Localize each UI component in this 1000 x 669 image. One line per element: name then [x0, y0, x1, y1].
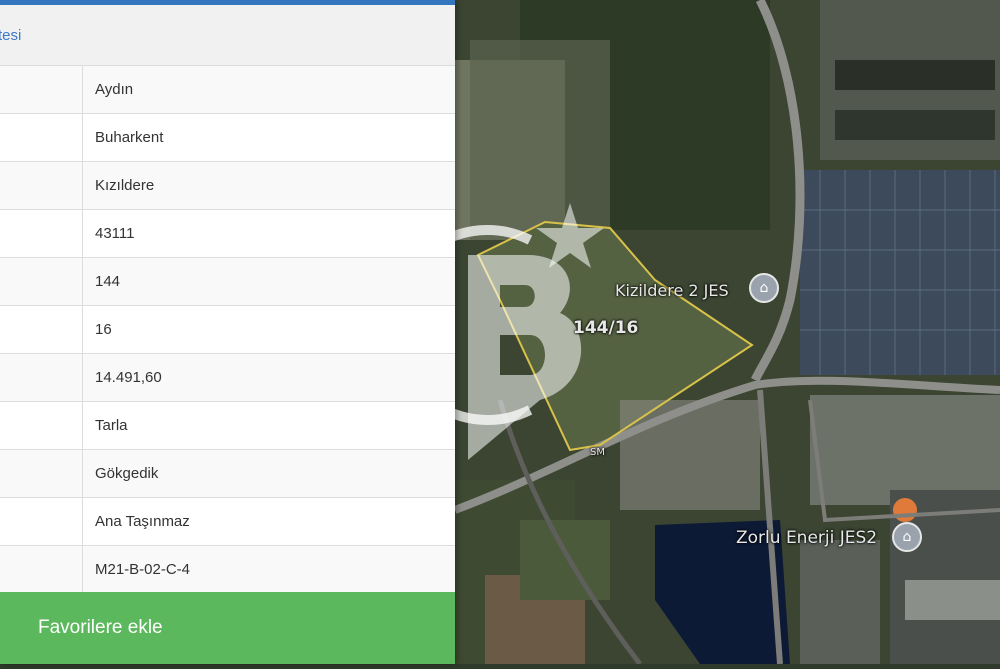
row-value: M21-B-02-C-4 [82, 545, 455, 594]
table-row: M21-B-02-C-4 [0, 545, 455, 594]
row-key [0, 401, 83, 450]
row-value: 43111 [82, 209, 455, 258]
row-key [0, 305, 83, 354]
row-value: Aydın [82, 66, 455, 114]
table-row: Kızıldere [0, 161, 455, 210]
row-value: Ana Taşınmaz [82, 497, 455, 546]
table-row: 144 [0, 257, 455, 306]
panel-header-title[interactable]: tesi [0, 27, 21, 44]
table-row: Aydın [0, 66, 455, 114]
row-value: Buharkent [82, 113, 455, 162]
table-row: 16 [0, 305, 455, 354]
row-value: Gökgedik [82, 449, 455, 498]
add-to-favorites-button[interactable]: Favorilere ekle [0, 592, 455, 664]
property-info-table: Aydın Buharkent Kızıldere 43111 144 16 1… [0, 66, 455, 594]
row-key [0, 113, 83, 162]
row-key [0, 257, 83, 306]
row-key [0, 545, 83, 594]
table-row: 43111 [0, 209, 455, 258]
row-value: Tarla [82, 401, 455, 450]
map-small-label: SM [590, 447, 605, 458]
row-key [0, 209, 83, 258]
row-key [0, 353, 83, 402]
row-key [0, 161, 83, 210]
panel-header: tesi [0, 5, 455, 66]
table-row: Ana Taşınmaz [0, 497, 455, 546]
row-value: 144 [82, 257, 455, 306]
landmark-icon[interactable]: ⌂ [749, 273, 779, 303]
parcel-label: 144/16 [573, 318, 639, 338]
table-row: Gökgedik [0, 449, 455, 498]
table-row: Buharkent [0, 113, 455, 162]
row-key [0, 66, 83, 114]
poi-label-kizildere[interactable]: Kizildere 2 JES [615, 281, 729, 300]
table-row: Tarla [0, 401, 455, 450]
row-value: 14.491,60 [82, 353, 455, 402]
row-value: Kızıldere [82, 161, 455, 210]
row-value: 16 [82, 305, 455, 354]
landmark-icon[interactable]: ⌂ [892, 522, 922, 552]
row-key [0, 449, 83, 498]
property-info-panel: tesi Aydın Buharkent Kızıldere 43111 144… [0, 0, 455, 664]
poi-label-zorlu[interactable]: Zorlu Enerji JES2 [736, 528, 877, 548]
row-key [0, 497, 83, 546]
table-row: 14.491,60 [0, 353, 455, 402]
